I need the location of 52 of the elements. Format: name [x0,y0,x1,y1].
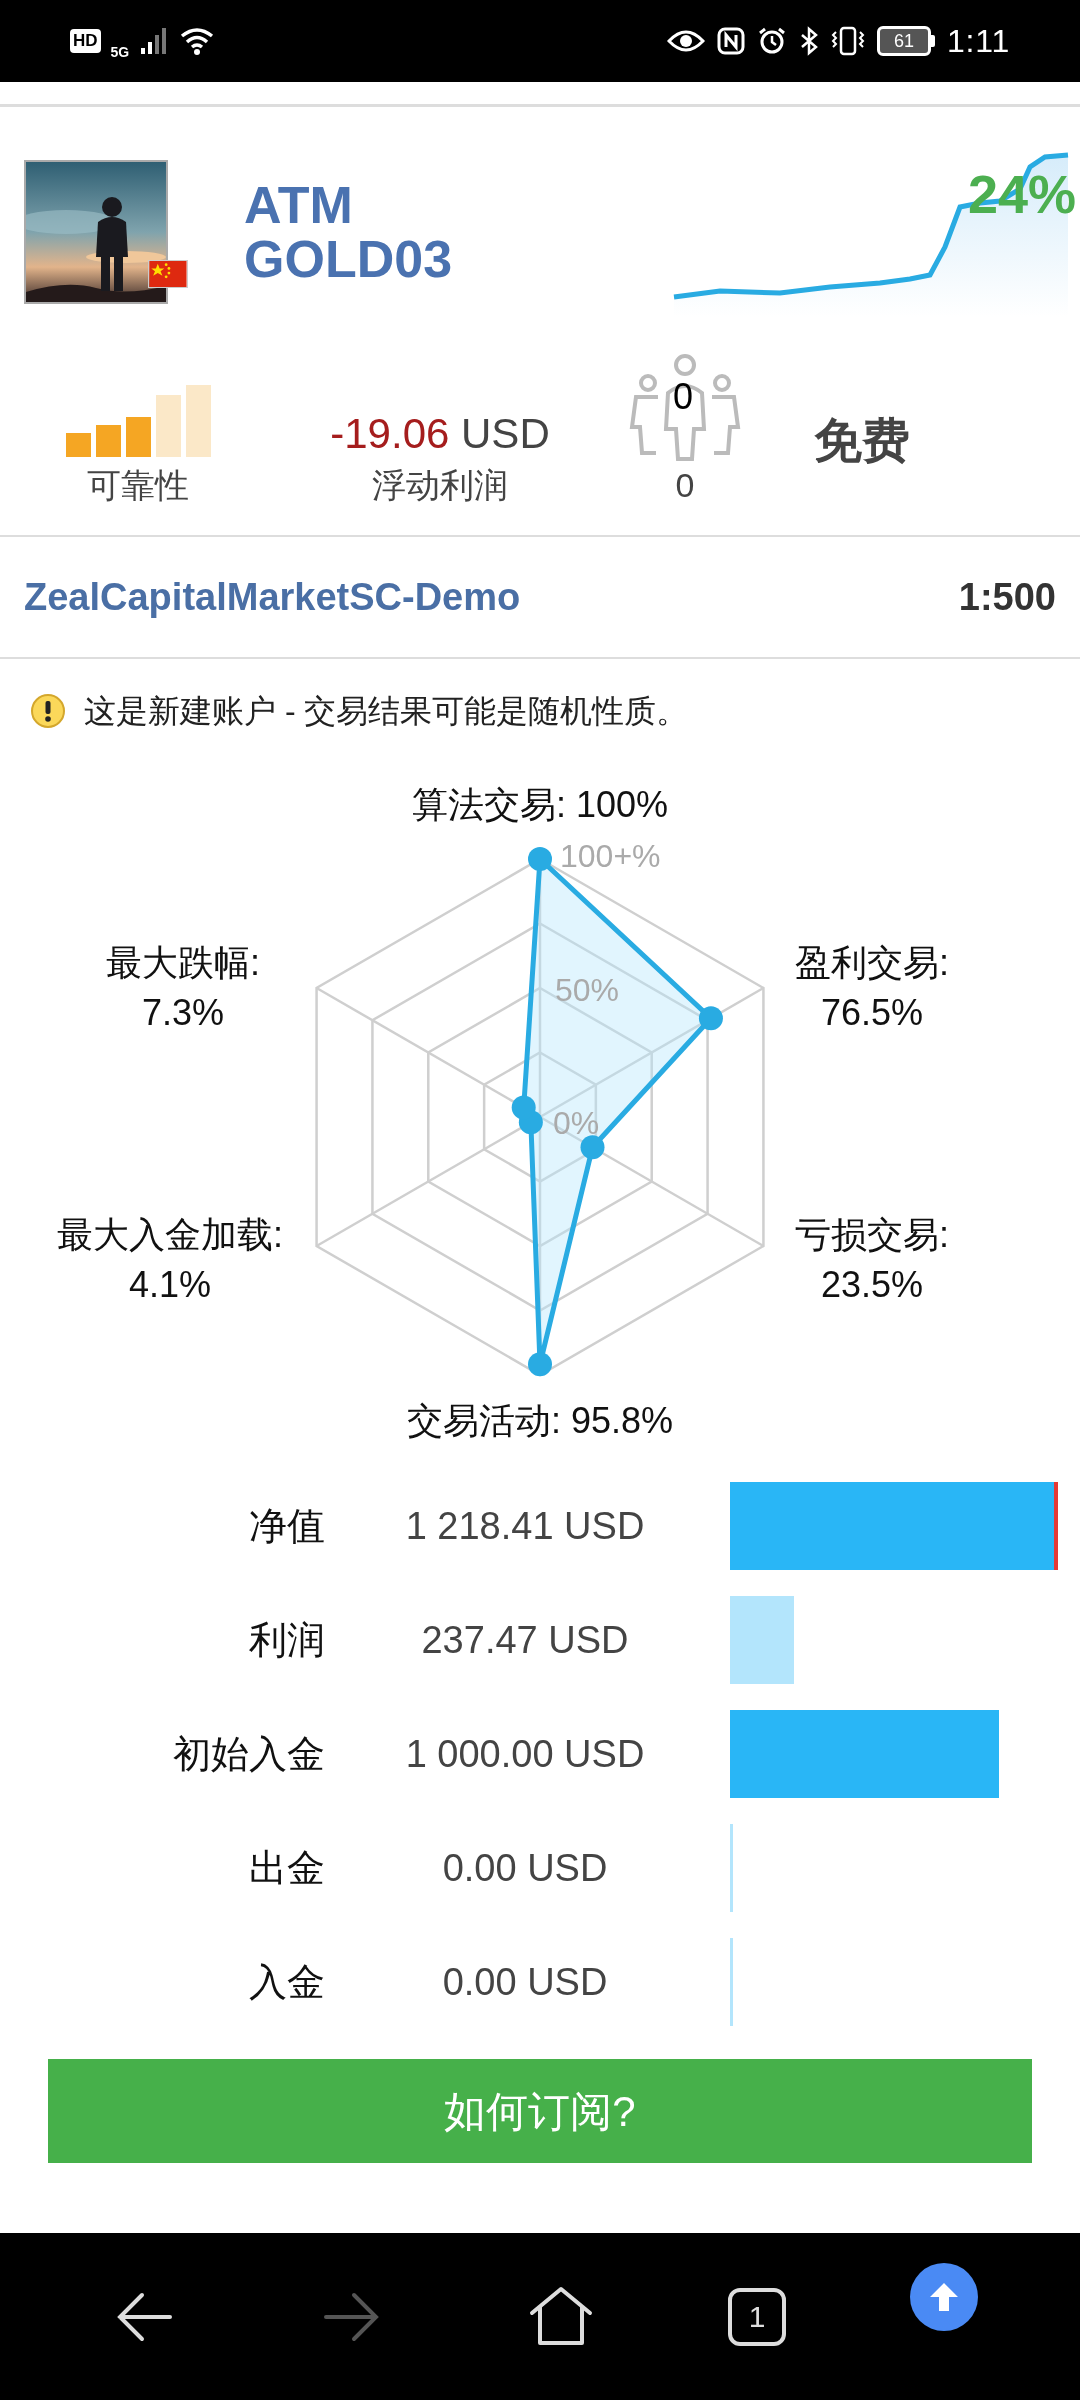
price-label: 免费 [814,413,910,469]
balance-value: 1 000.00 USD [404,1731,646,1777]
axis-label: 亏损交易: [795,1214,949,1255]
leverage: 1:500 [958,574,1056,620]
scale-label: 50% [555,972,620,1008]
radar-point [580,1135,605,1160]
scale-label: 0% [553,1105,600,1141]
axis-label: 盈利交易: [795,942,949,983]
hd-badge: HD [70,29,101,53]
warning-message: 这是新建账户 - 交易结果可能是随机性质。 [84,692,689,731]
flag-icon [148,260,188,288]
balance-value: 0.00 USD [441,1845,609,1891]
axis-label: 算法交易: 100% [411,784,669,825]
balance-value: 1 218.41 USD [404,1503,646,1549]
network-type: 5G [110,45,130,59]
balance-value: 237.47 USD [420,1617,630,1663]
axis-label: 交易活动: 95.8% [406,1400,674,1441]
balance-label: 出金 [248,1845,325,1891]
radar-point [511,1095,536,1120]
balance-label: 净值 [248,1503,325,1549]
clock-time: 1:11 [946,22,1010,61]
axis-value: 4.1% [128,1264,212,1305]
server-name[interactable]: ZealCapitalMarketSC-Demo [24,568,521,626]
radar-point [698,1006,723,1031]
wifi-icon [179,26,216,56]
floating-profit-value: -19.06 USD [330,409,550,459]
balance-label: 入金 [248,1959,325,2005]
radar-point [528,847,552,871]
axis-value: 23.5% [820,1264,924,1305]
people-icon [628,353,742,463]
balance-value: 0.00 USD [441,1959,609,2005]
axis-value: 76.5% [820,992,924,1033]
subscribe-button[interactable]: 如何订阅? [48,2059,1032,2163]
people-icon-count: 0 [673,379,694,415]
axis-label: 最大跌幅: [106,942,260,983]
account-title: GOLD03 [244,232,453,286]
floating-profit-label: 浮动利润 [372,465,508,506]
scale-label: 100+% [560,838,661,874]
warning-icon [30,693,66,729]
reliability-label: 可靠性 [87,465,189,506]
eye-icon [666,29,705,53]
axis-value: 7.3% [141,992,225,1033]
axis-label: 最大入金加载: [57,1214,283,1255]
balance-label: 利润 [248,1617,325,1663]
alarm-icon [756,26,787,56]
vibrate-icon [830,26,865,56]
subscriber-count: 0 [675,465,695,506]
radar-point [528,1352,552,1377]
account-title: ATM [244,178,354,232]
balance-label: 初始入金 [172,1731,325,1777]
tabs-button[interactable]: 1 [728,2287,786,2346]
nfc-icon [716,27,745,55]
